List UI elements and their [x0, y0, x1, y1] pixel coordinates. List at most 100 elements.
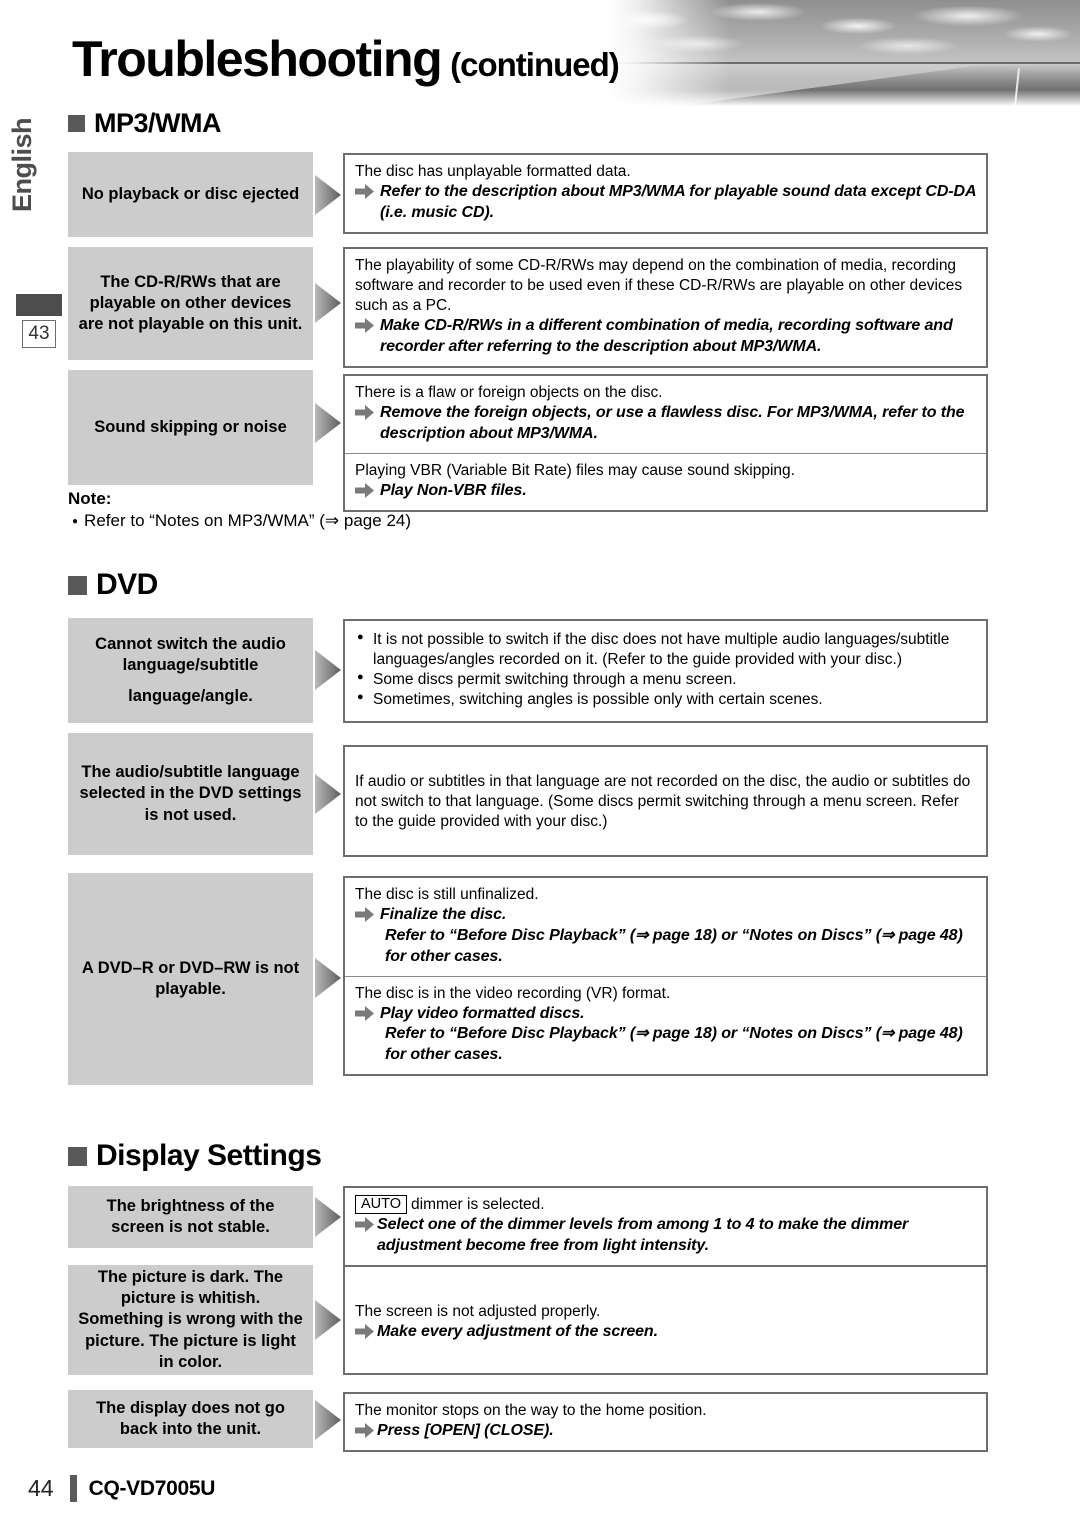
bullet-item: It is not possible to switch if the disc…	[355, 630, 976, 670]
action-label-2: Refer to “Before Disc Playback” (⇒ page …	[385, 926, 963, 965]
action-label: Finalize the disc.	[380, 906, 507, 924]
page-title-continued: (continued)	[450, 46, 620, 83]
action-arrow-icon	[355, 1423, 374, 1439]
symptom-cell: The audio/subtitle language selected in …	[68, 733, 313, 855]
resolution-box: AUTO dimmer is selected. Select one of th…	[343, 1186, 988, 1267]
cause-text: If audio or subtitles in that language a…	[355, 773, 971, 831]
bullet-square-icon	[68, 1146, 87, 1166]
symptom-text-2: language/angle.	[128, 686, 253, 705]
cause-text: The screen is not adjusted properly.	[355, 1303, 601, 1320]
flow-arrow-icon	[315, 1197, 341, 1237]
cause-text: AUTO dimmer is selected.	[355, 1195, 976, 1215]
resolution-cell: The screen is not adjusted properly. Mak…	[345, 1267, 986, 1351]
section-heading-dvd: DVD	[68, 568, 158, 602]
resolution-box: The monitor stops on the way to the home…	[343, 1392, 988, 1452]
symptom-cell: No playback or disc ejected	[68, 152, 313, 237]
resolution-cell: The disc is in the video recording (VR) …	[345, 975, 986, 1075]
page-title: Troubleshooting (continued)	[72, 34, 772, 94]
action-arrow-icon	[355, 1217, 374, 1233]
side-page-number: 43	[22, 320, 56, 348]
action-text: Make CD-R/RWs in a different combination…	[355, 316, 976, 358]
symptom-cell: The brightness of the screen is not stab…	[68, 1186, 313, 1248]
action-label: Play video formatted discs.	[380, 1004, 585, 1022]
symptom-cell: The display does not go back into the un…	[68, 1390, 313, 1448]
page-title-main: Troubleshooting	[72, 31, 443, 87]
symptom-cell: Cannot switch the audio language/subtitl…	[68, 618, 313, 723]
section-heading-label: DVD	[96, 568, 158, 601]
note-block: Note: Refer to “Notes on MP3/WMA” (⇒ pag…	[68, 489, 668, 531]
symptom-cell: The CD-R/RWs that are playable on other …	[68, 247, 313, 360]
cause-text: There is a flaw or foreign objects on th…	[355, 384, 663, 401]
page-footer: 44 CQ-VD7005U	[28, 1475, 215, 1502]
section-heading-display-settings: Display Settings	[68, 1139, 322, 1173]
resolution-cell: The disc has unplayable formatted data. …	[345, 155, 986, 232]
note-label: Note:	[68, 489, 112, 508]
cause-text: The playability of some CD-R/RWs may dep…	[355, 257, 963, 315]
bullet-square-icon	[68, 575, 87, 595]
action-text: Press [OPEN] (CLOSE).	[355, 1421, 976, 1442]
action-text: Play video formatted discs. Refer to “Be…	[355, 1004, 976, 1066]
action-text: Finalize the disc. Refer to “Before Disc…	[355, 905, 976, 967]
symptom-cell: The picture is dark. The picture is whit…	[68, 1265, 313, 1375]
resolution-box: The disc has unplayable formatted data. …	[343, 153, 988, 234]
resolution-cell: The playability of some CD-R/RWs may dep…	[345, 249, 986, 366]
flow-arrow-icon	[315, 774, 341, 814]
resolution-box: The playability of some CD-R/RWs may dep…	[343, 247, 988, 369]
side-marker-bar	[16, 294, 62, 316]
cause-text: The monitor stops on the way to the home…	[355, 1402, 707, 1419]
flow-arrow-icon	[315, 1400, 341, 1440]
resolution-cell: There is a flaw or foreign objects on th…	[345, 376, 986, 453]
symptom-text: The brightness of the screen is not stab…	[106, 1196, 275, 1236]
symptom-text: The CD-R/RWs that are playable on other …	[78, 272, 303, 334]
action-text: Refer to the description about MP3/WMA f…	[355, 182, 976, 224]
bullet-square-icon	[68, 115, 85, 132]
symptom-cell: Sound skipping or noise	[68, 370, 313, 485]
symptom-cell: A DVD–R or DVD–RW is not playable.	[68, 873, 313, 1085]
footer-divider	[69, 1475, 77, 1502]
side-language-tab: English 43	[0, 100, 62, 348]
resolution-cell: The monitor stops on the way to the home…	[345, 1394, 986, 1450]
symptom-text: Sound skipping or noise	[94, 417, 287, 436]
action-label: Remove the foreign objects, or use a fla…	[380, 404, 965, 442]
section-heading-mp3wma: MP3/WMA	[68, 108, 222, 139]
action-arrow-icon	[355, 318, 374, 334]
action-label: Make every adjustment of the screen.	[377, 1323, 658, 1341]
bullet-text: It is not possible to switch if the disc…	[373, 631, 950, 669]
resolution-box: The disc is still unfinalized. Finalize …	[343, 876, 988, 1077]
flow-arrow-icon	[315, 650, 341, 690]
flow-arrow-icon	[315, 1300, 341, 1340]
action-arrow-icon	[355, 405, 374, 421]
resolution-box: It is not possible to switch if the disc…	[343, 619, 988, 723]
symptom-text: The picture is dark. The picture is whit…	[78, 1268, 303, 1371]
action-label: Make CD-R/RWs in a different combination…	[380, 317, 953, 356]
action-label: Press [OPEN] (CLOSE).	[377, 1422, 554, 1440]
auto-key-badge: AUTO	[355, 1195, 408, 1214]
bullet-text: Some discs permit switching through a me…	[373, 671, 737, 689]
cause-text: Playing VBR (Variable Bit Rate) files ma…	[355, 461, 795, 479]
symptom-text: No playback or disc ejected	[81, 184, 300, 203]
action-arrow-icon	[355, 1005, 374, 1021]
action-arrow-icon	[355, 907, 374, 923]
bullet-item: Some discs permit switching through a me…	[355, 670, 976, 690]
resolution-cell: If audio or subtitles in that language a…	[345, 747, 986, 840]
cause-text: The disc has unplayable formatted data.	[355, 163, 631, 180]
resolution-box: If audio or subtitles in that language a…	[343, 745, 988, 857]
flow-arrow-icon	[315, 175, 341, 215]
symptom-text: Cannot switch the audio language/subtitl…	[95, 635, 286, 675]
action-label: Select one of the dimmer levels from amo…	[377, 1216, 909, 1254]
cause-label: dimmer is selected.	[411, 1196, 545, 1213]
resolution-cell: It is not possible to switch if the disc…	[345, 621, 986, 721]
resolution-cell: AUTO dimmer is selected. Select one of th…	[345, 1188, 986, 1265]
action-text: Make every adjustment of the screen.	[355, 1322, 976, 1343]
symptom-text: The audio/subtitle language selected in …	[79, 763, 302, 824]
action-label-2: Refer to “Before Disc Playback” (⇒ page …	[385, 1025, 963, 1064]
footer-page-number: 44	[28, 1475, 54, 1501]
note-item: Refer to “Notes on MP3/WMA” (⇒ page 24)	[68, 511, 668, 531]
flow-arrow-icon	[315, 403, 341, 443]
flow-arrow-icon	[315, 283, 341, 323]
flow-arrow-icon	[315, 958, 341, 998]
action-arrow-icon	[355, 184, 374, 200]
section-heading-label: Display Settings	[96, 1139, 322, 1172]
action-label: Refer to the description about MP3/WMA f…	[380, 183, 976, 221]
bullet-text: Sometimes, switching angles is possible …	[373, 691, 823, 709]
